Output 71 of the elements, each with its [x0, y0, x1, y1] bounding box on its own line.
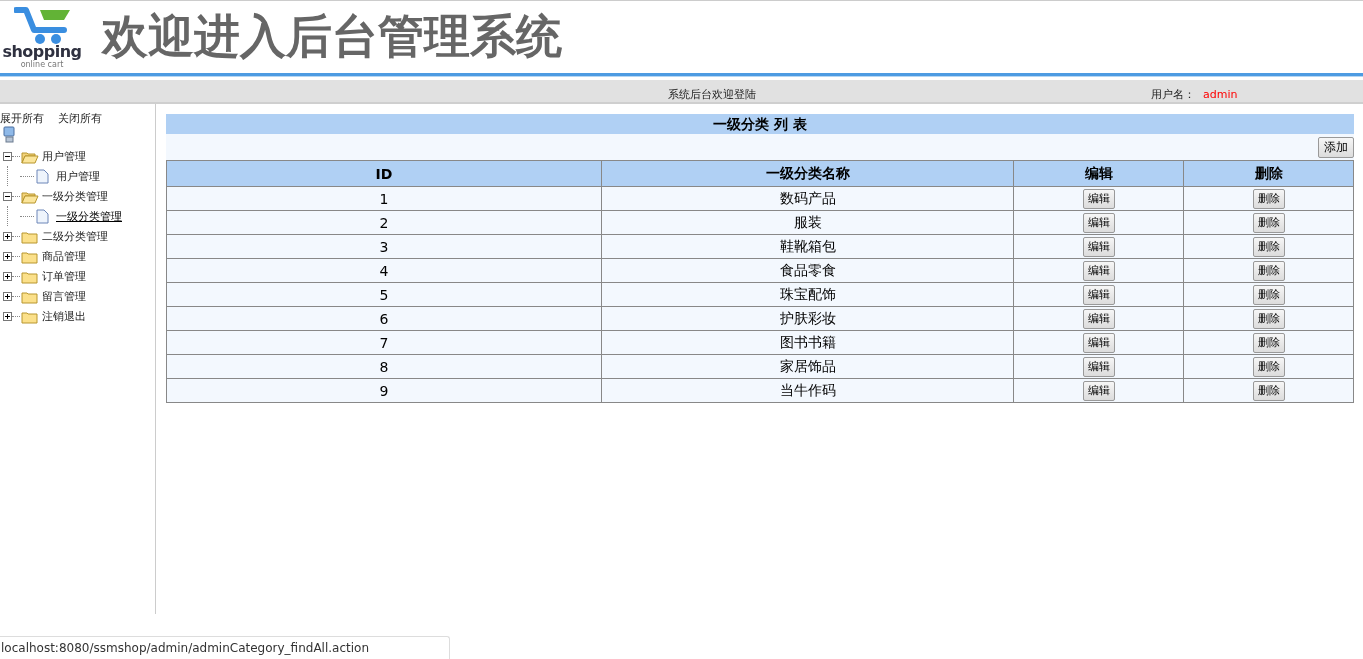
- tree-action-link[interactable]: 展开所有: [0, 110, 44, 126]
- add-button[interactable]: 添加: [1318, 136, 1354, 158]
- tree-leaf-item[interactable]: 用户管理: [56, 168, 100, 184]
- name-cell: 家居饰品: [601, 354, 1014, 379]
- logo-subtext: online cart: [20, 59, 64, 69]
- edit-button[interactable]: 编辑: [1082, 332, 1115, 353]
- edit-button[interactable]: 编辑: [1082, 188, 1115, 209]
- tree-folder-item[interactable]: 订单管理: [42, 268, 86, 284]
- name-cell: 鞋靴箱包: [601, 234, 1014, 259]
- edit-button[interactable]: 编辑: [1082, 260, 1115, 281]
- page-title: 欢迎进入后台管理系统: [102, 8, 562, 65]
- minus-box-icon[interactable]: [3, 191, 12, 201]
- document-icon: [36, 208, 49, 224]
- tree-folder-item[interactable]: 留言管理: [42, 288, 86, 304]
- delete-button[interactable]: 删除: [1252, 236, 1285, 257]
- delete-button[interactable]: 删除: [1252, 284, 1285, 305]
- id-cell: 1: [166, 186, 602, 211]
- name-cell: 图书书籍: [601, 330, 1014, 355]
- tree-folder-item[interactable]: 一级分类管理: [42, 188, 108, 204]
- column-header: 编辑: [1013, 160, 1184, 187]
- column-header: 一级分类名称: [601, 160, 1014, 187]
- plus-box-icon[interactable]: [3, 311, 12, 321]
- tree-action-link[interactable]: 关闭所有: [58, 110, 102, 126]
- edit-button[interactable]: 编辑: [1082, 356, 1115, 377]
- edit-button[interactable]: 编辑: [1082, 308, 1115, 329]
- delete-button[interactable]: 删除: [1252, 188, 1285, 209]
- tree-folder-item[interactable]: 注销退出: [42, 308, 86, 324]
- id-cell: 3: [166, 234, 602, 259]
- table-title: 一级分类 列 表: [166, 114, 1354, 134]
- tree-folder-item[interactable]: 二级分类管理: [42, 228, 108, 244]
- id-cell: 9: [166, 378, 602, 403]
- edit-button[interactable]: 编辑: [1082, 236, 1115, 257]
- logo-text: shopping: [2, 43, 82, 60]
- name-cell: 珠宝配饰: [601, 282, 1014, 307]
- name-cell: 服装: [601, 210, 1014, 235]
- computer-icon: [2, 126, 16, 143]
- column-header: ID: [166, 160, 602, 187]
- username-label: 用户名：: [1151, 87, 1195, 102]
- delete-button[interactable]: 删除: [1252, 380, 1285, 401]
- id-cell: 4: [166, 258, 602, 283]
- plus-box-icon[interactable]: [3, 271, 12, 281]
- id-cell: 5: [166, 282, 602, 307]
- status-url: localhost:8080/ssmshop/admin/adminCategory_findAll.action: [1, 641, 369, 655]
- column-header: 删除: [1183, 160, 1354, 187]
- id-cell: 8: [166, 354, 602, 379]
- name-cell: 食品零食: [601, 258, 1014, 283]
- cart-icon: [14, 5, 70, 44]
- username-value: admin: [1203, 87, 1238, 102]
- edit-button[interactable]: 编辑: [1082, 380, 1115, 401]
- document-icon: [36, 168, 49, 184]
- id-cell: 6: [166, 306, 602, 331]
- name-cell: 护肤彩妆: [601, 306, 1014, 331]
- tree-leaf-item[interactable]: 一级分类管理: [56, 208, 122, 224]
- name-cell: 当牛作码: [601, 378, 1014, 403]
- delete-button[interactable]: 删除: [1252, 260, 1285, 281]
- name-cell: 数码产品: [601, 186, 1014, 211]
- delete-button[interactable]: 删除: [1252, 212, 1285, 233]
- id-cell: 7: [166, 330, 602, 355]
- edit-button[interactable]: 编辑: [1082, 284, 1115, 305]
- plus-box-icon[interactable]: [3, 231, 12, 241]
- delete-button[interactable]: 删除: [1252, 308, 1285, 329]
- tree-folder-item[interactable]: 用户管理: [42, 148, 86, 164]
- plus-box-icon[interactable]: [3, 251, 12, 261]
- tree-folder-item[interactable]: 商品管理: [42, 248, 86, 264]
- id-cell: 2: [166, 210, 602, 235]
- delete-button[interactable]: 删除: [1252, 356, 1285, 377]
- delete-button[interactable]: 删除: [1252, 332, 1285, 353]
- minus-box-icon[interactable]: [3, 151, 12, 161]
- welcome-text: 系统后台欢迎登陆: [668, 87, 756, 102]
- plus-box-icon[interactable]: [3, 291, 12, 301]
- edit-button[interactable]: 编辑: [1082, 212, 1115, 233]
